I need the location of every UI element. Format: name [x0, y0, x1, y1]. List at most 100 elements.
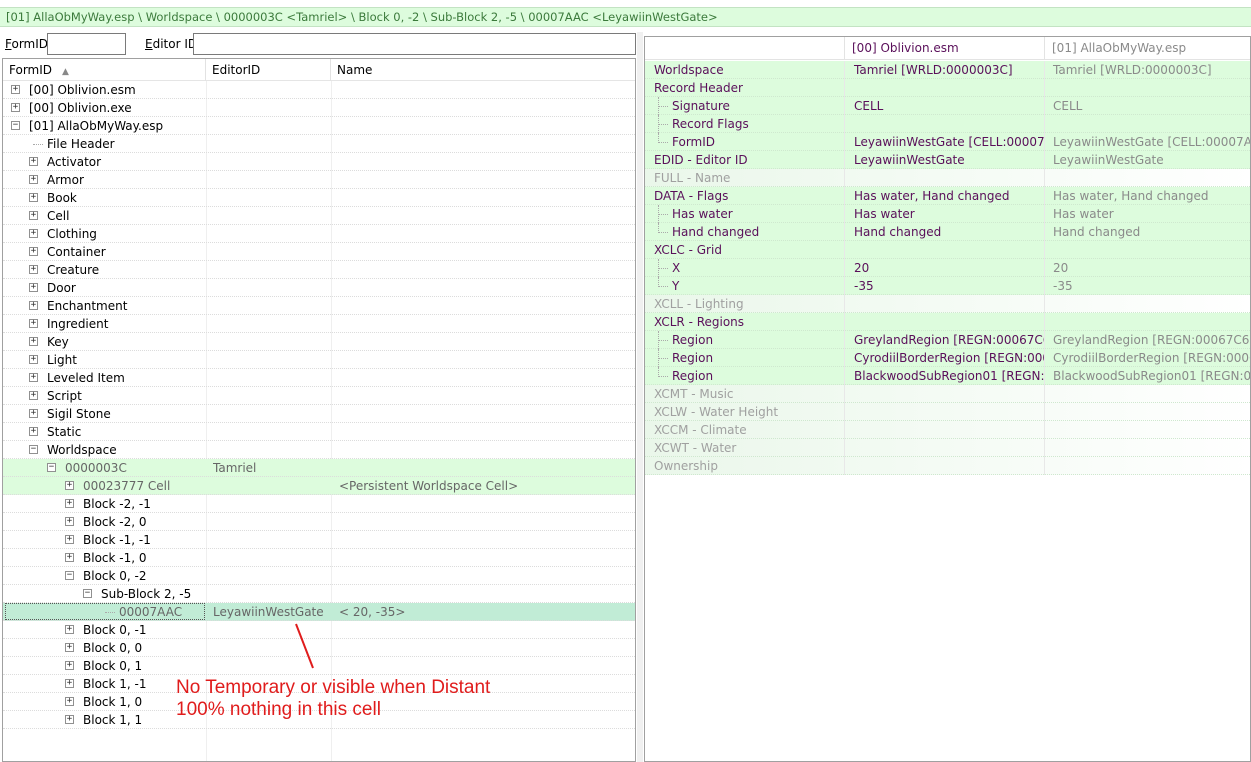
tree-row[interactable]: + Enchantment [3, 297, 635, 315]
record-row[interactable]: RegionCyrodiilBorderRegion [REGN:0006...… [645, 349, 1250, 367]
tree-row[interactable]: + Leveled Item [3, 369, 635, 387]
tree-row[interactable]: + Sigil Stone [3, 405, 635, 423]
tree-row[interactable]: + Book [3, 189, 635, 207]
record-row[interactable]: XCMT - Music [645, 385, 1250, 403]
record-row[interactable]: XCLR - Regions [645, 313, 1250, 331]
expand-plus-icon[interactable]: + [29, 355, 38, 364]
record-row[interactable]: XCLW - Water Height [645, 403, 1250, 421]
tree-row[interactable]: + Block -1, 0 [3, 549, 635, 567]
expand-plus-icon[interactable]: + [65, 625, 74, 634]
expand-plus-icon[interactable]: + [29, 157, 38, 166]
record-row[interactable]: DATA - Flags Has water, Hand changed Has w… [645, 187, 1250, 205]
expand-plus-icon[interactable]: + [29, 265, 38, 274]
tree-row[interactable]: + Block -2, 0 [3, 513, 635, 531]
expand-plus-icon[interactable]: + [29, 301, 38, 310]
expand-plus-icon[interactable]: + [29, 193, 38, 202]
collapse-minus-icon[interactable]: − [11, 121, 20, 130]
record-row[interactable]: Record Flags [645, 115, 1250, 133]
expand-plus-icon[interactable]: + [29, 247, 38, 256]
tree-row[interactable]: + Block -1, -1 [3, 531, 635, 549]
tree-row[interactable]: + Cell [3, 207, 635, 225]
tree-row[interactable]: +00023777 Cell <Persistent Worldspace Cel… [3, 477, 635, 495]
tree-row[interactable]: + Ingredient [3, 315, 635, 333]
record-row[interactable]: Region GreylandRegion [REGN:00067C60] Grey… [645, 331, 1250, 349]
record-row[interactable]: XCLC - Grid [645, 241, 1250, 259]
expand-plus-icon[interactable]: + [65, 499, 74, 508]
record-row[interactable]: Region BlackwoodSubRegion01 [REGN:0... Bla… [645, 367, 1250, 385]
record-header-allaobmyway-esp[interactable]: [01] AllaObMyWay.esp [1045, 37, 1250, 60]
tree-row[interactable]: + Activator [3, 153, 635, 171]
tree-row[interactable]: + Creature [3, 261, 635, 279]
tree-row[interactable]: + Container [3, 243, 635, 261]
expand-plus-icon[interactable]: + [65, 697, 74, 706]
tree-row[interactable]: + Clothing [3, 225, 635, 243]
tree-row[interactable]: − [01] AllaObMyWay.esp [3, 117, 635, 135]
tree-row[interactable]: + Armor [3, 171, 635, 189]
tree-row[interactable]: + Static [3, 423, 635, 441]
record-row[interactable]: Has water Has water Has water [645, 205, 1250, 223]
record-row[interactable]: Signature CELL CELL [645, 97, 1250, 115]
tree-row[interactable]: + Script [3, 387, 635, 405]
collapse-minus-icon[interactable]: − [65, 571, 74, 580]
expand-plus-icon[interactable]: + [65, 715, 74, 724]
collapse-minus-icon[interactable]: − [47, 463, 56, 472]
record-row[interactable]: Worldspace Tamriel [WRLD:0000003C] Tamriel… [645, 61, 1250, 79]
tree-row[interactable]: −0000003C Tamriel [3, 459, 635, 477]
tree-row[interactable]: + Block 0, 1 [3, 657, 635, 675]
expand-plus-icon[interactable]: + [29, 373, 38, 382]
tree-row[interactable]: − Sub-Block 2, -5 [3, 585, 635, 603]
expand-plus-icon[interactable]: + [29, 409, 38, 418]
record-row[interactable]: X 20 20 [645, 259, 1250, 277]
expand-plus-icon[interactable]: + [65, 481, 74, 490]
navigation-tree-panel[interactable]: FormID ▲ EditorID Name + [00] Oblivion.esm… [2, 58, 636, 762]
record-view-panel[interactable]: [00] Oblivion.esm [01] AllaObMyWay.esp W… [644, 36, 1251, 762]
expand-plus-icon[interactable]: + [29, 427, 38, 436]
record-row[interactable]: XCLL - Lighting [645, 295, 1250, 313]
expand-plus-icon[interactable]: + [11, 103, 20, 112]
record-row[interactable]: EDID - Editor ID LeyawiinWestGate Leyawiin… [645, 151, 1250, 169]
expand-plus-icon[interactable]: + [65, 679, 74, 688]
tree-row[interactable]: 00007AAC LeyawiinWestGate < 20, -35> [3, 603, 635, 621]
expand-plus-icon[interactable]: + [65, 517, 74, 526]
expand-plus-icon[interactable]: + [29, 391, 38, 400]
tree-row[interactable]: + Light [3, 351, 635, 369]
record-row[interactable]: Record Header [645, 79, 1250, 97]
expand-plus-icon[interactable]: + [29, 211, 38, 220]
formid-filter-input[interactable] [47, 33, 126, 55]
column-header-editorid[interactable]: EditorID [206, 59, 331, 81]
tree-row[interactable]: + [00] Oblivion.exe [3, 99, 635, 117]
record-row[interactable]: Y -35 -35 [645, 277, 1250, 295]
column-header-name[interactable]: Name [331, 59, 635, 81]
pane-splitter[interactable] [637, 32, 643, 762]
tree-row[interactable]: + [00] Oblivion.esm [3, 81, 635, 99]
record-row[interactable]: XCCM - Climate [645, 421, 1250, 439]
editorid-filter-input[interactable] [193, 33, 636, 55]
collapse-minus-icon[interactable]: − [29, 445, 38, 454]
expand-plus-icon[interactable]: + [29, 283, 38, 292]
expand-plus-icon[interactable]: + [65, 661, 74, 670]
record-row[interactable]: Hand changed Hand changed Hand changed [645, 223, 1250, 241]
expand-plus-icon[interactable]: + [29, 175, 38, 184]
expand-plus-icon[interactable]: + [65, 535, 74, 544]
record-row[interactable]: FormIDLeyawiinWestGate [CELL:00007AA...L… [645, 133, 1250, 151]
tree-row[interactable]: + Block 0, -1 [3, 621, 635, 639]
tree-row[interactable]: + Door [3, 279, 635, 297]
record-header-oblivion-esm[interactable]: [00] Oblivion.esm [845, 37, 1045, 60]
expand-plus-icon[interactable]: + [65, 553, 74, 562]
record-row[interactable]: Ownership [645, 457, 1250, 475]
expand-plus-icon[interactable]: + [29, 229, 38, 238]
expand-plus-icon[interactable]: + [29, 319, 38, 328]
collapse-minus-icon[interactable]: − [83, 589, 92, 598]
tree-row[interactable]: − Block 0, -2 [3, 567, 635, 585]
tree-row[interactable]: + Key [3, 333, 635, 351]
tree-row[interactable]: + Block 0, 0 [3, 639, 635, 657]
expand-plus-icon[interactable]: + [29, 337, 38, 346]
record-row[interactable]: XCWT - Water [645, 439, 1250, 457]
expand-plus-icon[interactable]: + [65, 643, 74, 652]
tree-row[interactable]: + Block -2, -1 [3, 495, 635, 513]
column-header-formid[interactable]: FormID ▲ [3, 59, 206, 81]
tree-row[interactable]: − Worldspace [3, 441, 635, 459]
record-row[interactable]: FULL - Name [645, 169, 1250, 187]
tree-row[interactable]: File Header [3, 135, 635, 153]
expand-plus-icon[interactable]: + [11, 85, 20, 94]
